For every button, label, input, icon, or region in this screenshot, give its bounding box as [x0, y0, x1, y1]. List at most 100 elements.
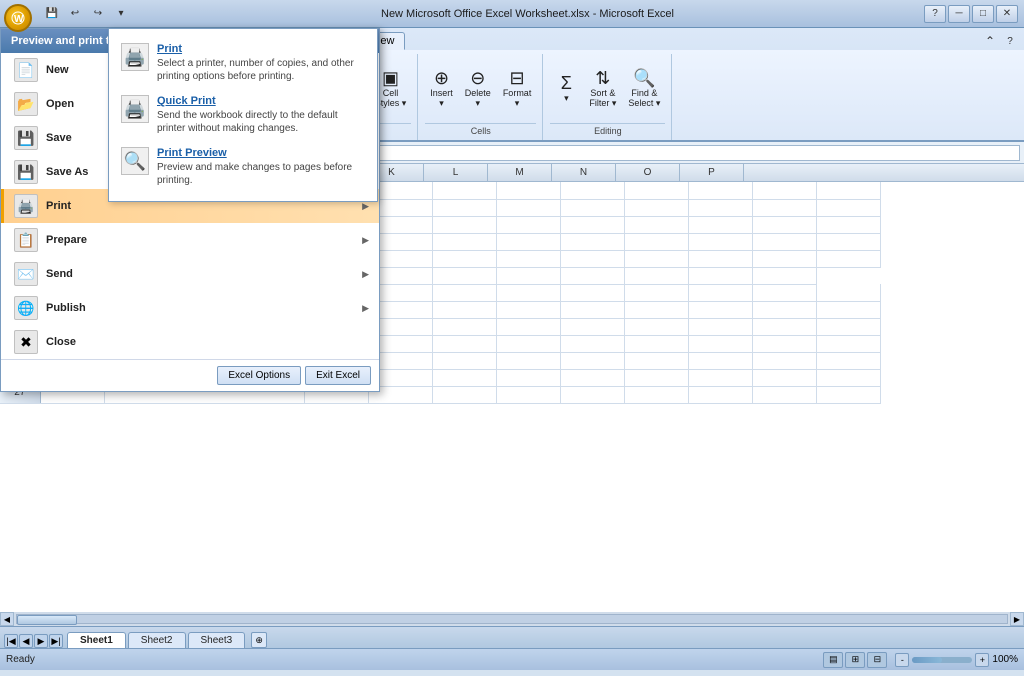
menu-prepare-label: Prepare [46, 234, 87, 246]
horizontal-scrollbar[interactable]: ◀ ▶ [0, 612, 1024, 626]
ribbon-collapse-btn[interactable]: ⌃ [980, 32, 1000, 50]
view-buttons: ▤ ⊞ ⊟ [823, 652, 887, 668]
sort-filter-btn[interactable]: ⇅ Sort &Filter ▾ [584, 66, 621, 112]
help-btn[interactable]: ? [924, 5, 946, 23]
print-option-quickprint[interactable]: 🖨️ Quick Print Send the workbook directl… [117, 89, 369, 141]
cells-label: Cells [425, 123, 536, 138]
zoom-level: 100% [992, 654, 1018, 665]
normal-view-btn[interactable]: ▤ [823, 652, 843, 668]
editing-buttons: Σ ▾ ⇅ Sort &Filter ▾ 🔍 Find &Select ▾ [550, 56, 665, 121]
page-break-view-btn[interactable]: ⊟ [867, 652, 887, 668]
delete-cells-btn[interactable]: ⊖ Delete▾ [460, 66, 496, 112]
col-header-o[interactable]: O [616, 164, 680, 181]
window-controls: ? ─ □ ✕ [924, 5, 1018, 23]
page-layout-view-btn[interactable]: ⊞ [845, 652, 865, 668]
sheet-tab-sheet1[interactable]: Sheet1 [67, 632, 126, 648]
saveas-icon: 💾 [14, 160, 38, 184]
cell-p15[interactable] [816, 182, 880, 199]
hscroll-track[interactable] [16, 614, 1008, 624]
scroll-left-btn[interactable]: ◀ [0, 612, 14, 626]
new-icon: 📄 [14, 58, 38, 82]
zoom-slider[interactable] [912, 657, 972, 663]
save-icon: 💾 [14, 126, 38, 150]
menu-save-label: Save [46, 132, 72, 144]
print-icon: 🖨️ [14, 194, 38, 218]
quickprint-icon: 🖨️ [121, 95, 149, 123]
delete-icon: ⊖ [470, 69, 485, 87]
quick-access-toolbar: 💾 ↩ ↪ ▾ [42, 5, 131, 23]
menu-new-label: New [46, 64, 69, 76]
statusbar: Ready ▤ ⊞ ⊟ - + 100% [0, 648, 1024, 670]
sheet-next-btn[interactable]: ▶ [34, 634, 48, 648]
sheet-prev-btn[interactable]: ◀ [19, 634, 33, 648]
menu-item-publish[interactable]: 🌐 Publish ▶ [1, 291, 379, 325]
minimize-btn[interactable]: ─ [948, 5, 970, 23]
sheet-tab-sheet3[interactable]: Sheet3 [188, 632, 246, 648]
save-quick-btn[interactable]: 💾 [42, 5, 62, 23]
menu-item-send[interactable]: ✉️ Send ▶ [1, 257, 379, 291]
print-option-preview[interactable]: 🔍 Print Preview Preview and make changes… [117, 141, 369, 193]
prepare-icon: 📋 [14, 228, 38, 252]
cell-l15[interactable] [560, 182, 624, 199]
print-option-quickprint-text: Quick Print Send the workbook directly t… [157, 95, 365, 135]
cell-j15[interactable] [432, 182, 496, 199]
menu-close-label: Close [46, 336, 76, 348]
print-arrow: ▶ [362, 201, 369, 212]
add-sheet-btn[interactable]: ⊕ [251, 632, 267, 648]
send-arrow: ▶ [362, 269, 369, 280]
scroll-right-btn[interactable]: ▶ [1010, 612, 1024, 626]
prepare-arrow: ▶ [362, 235, 369, 246]
sigma-icon: Σ [561, 74, 572, 92]
sheet-tab-sheet2[interactable]: Sheet2 [128, 632, 186, 648]
col-header-n[interactable]: N [552, 164, 616, 181]
new-sheet-area: ⊕ [251, 632, 267, 648]
excel-options-btn[interactable]: Excel Options [217, 366, 301, 385]
cell-o15[interactable] [752, 182, 816, 199]
cell-m15[interactable] [624, 182, 688, 199]
cell-k15[interactable] [496, 182, 560, 199]
print-option-print[interactable]: 🖨️ Print Select a printer, number of cop… [117, 37, 369, 89]
menu-publish-label: Publish [46, 302, 86, 314]
sheet-last-btn[interactable]: ▶| [49, 634, 63, 648]
print-option-preview-text: Print Preview Preview and make changes t… [157, 147, 365, 187]
editing-label: Editing [550, 123, 665, 138]
col-header-m[interactable]: M [488, 164, 552, 181]
hscroll-thumb[interactable] [17, 615, 77, 625]
find-select-btn[interactable]: 🔍 Find &Select ▾ [623, 66, 665, 112]
publish-arrow: ▶ [362, 303, 369, 314]
help-ribbon-btn[interactable]: ? [1000, 32, 1020, 50]
sheet-tabs: |◀ ◀ ▶ ▶| Sheet1 Sheet2 Sheet3 ⊕ [0, 626, 1024, 648]
sheet-first-btn[interactable]: |◀ [4, 634, 18, 648]
zoom-out-btn[interactable]: - [895, 653, 909, 667]
zoom-in-btn[interactable]: + [975, 653, 989, 667]
insert-cells-btn[interactable]: ⊕ Insert▾ [425, 66, 458, 112]
redo-btn[interactable]: ↪ [88, 5, 108, 23]
cell-n15[interactable] [688, 182, 752, 199]
print-option-print-icon: 🖨️ [121, 43, 149, 71]
menu-print-label: Print [46, 200, 71, 212]
insert-icon: ⊕ [434, 69, 449, 87]
format-icon: ⊟ [510, 69, 525, 87]
menu-item-prepare[interactable]: 📋 Prepare ▶ [1, 223, 379, 257]
send-icon: ✉️ [14, 262, 38, 286]
open-icon: 📂 [14, 92, 38, 116]
undo-btn[interactable]: ↩ [65, 5, 85, 23]
close-btn[interactable]: ✕ [996, 5, 1018, 23]
menu-send-label: Send [46, 268, 73, 280]
menu-item-close[interactable]: ✖ Close [1, 325, 379, 359]
autosum-btn[interactable]: Σ ▾ [550, 71, 582, 107]
menu-footer: Excel Options Exit Excel [1, 359, 379, 391]
format-cells-btn[interactable]: ⊟ Format▾ [498, 66, 537, 112]
find-icon: 🔍 [633, 69, 655, 87]
exit-excel-btn[interactable]: Exit Excel [305, 366, 371, 385]
maximize-btn[interactable]: □ [972, 5, 994, 23]
dropdown-qa-btn[interactable]: ▾ [111, 5, 131, 23]
publish-icon: 🌐 [14, 296, 38, 320]
sort-icon: ⇅ [595, 69, 610, 87]
office-button[interactable]: W [4, 4, 32, 32]
window-title: New Microsoft Office Excel Worksheet.xls… [131, 8, 924, 20]
cells-buttons: ⊕ Insert▾ ⊖ Delete▾ ⊟ Format▾ [425, 56, 536, 121]
col-header-p[interactable]: P [680, 164, 744, 181]
col-header-l[interactable]: L [424, 164, 488, 181]
preview-icon: 🔍 [121, 147, 149, 175]
